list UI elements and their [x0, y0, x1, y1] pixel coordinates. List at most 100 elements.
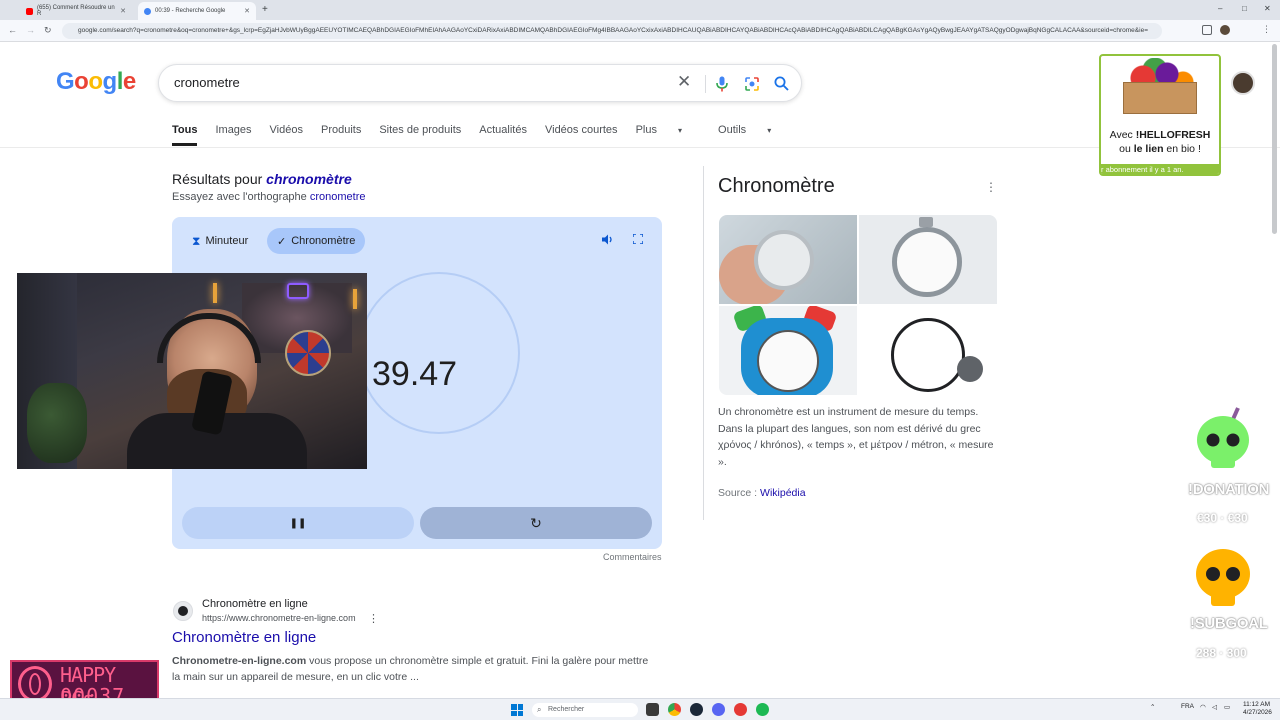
maximize-button[interactable]: □ — [1242, 4, 1247, 13]
original-query-link[interactable]: cronometre — [310, 191, 366, 203]
chevron-down-icon: ▾ — [767, 126, 772, 135]
stopwatch-face — [754, 230, 814, 290]
app-icon[interactable] — [734, 703, 747, 716]
close-window-button[interactable]: ✕ — [1264, 4, 1271, 13]
result-options-icon[interactable]: ⋮ — [368, 612, 379, 625]
url-text: google.com/search?q=cronometre&oq=cronom… — [78, 27, 1148, 34]
delivery-box-illustration — [1123, 82, 1197, 114]
new-tab-button[interactable]: + — [262, 4, 268, 15]
search-input[interactable]: cronometre — [174, 75, 240, 90]
kp-image-metal-stopwatch[interactable] — [859, 215, 997, 304]
result-site-name[interactable]: Chronomètre en ligne — [202, 598, 308, 610]
extensions-icon[interactable] — [1202, 25, 1212, 35]
prize-wheel — [285, 330, 331, 376]
hf-line2a: ou — [1119, 143, 1134, 155]
search-box[interactable]: cronometre ✕ — [158, 64, 802, 102]
tab-products[interactable]: Produits — [321, 124, 361, 146]
address-toolbar: ← → ↻ google.com/search?q=cronometre&oq=… — [0, 20, 1280, 42]
site-favicon[interactable] — [173, 601, 193, 621]
tray-chevron-icon[interactable]: ⌃ — [1150, 703, 1155, 711]
timer-mode-label: Minuteur — [205, 235, 249, 247]
snippet-bold: Chronometre-en-ligne.com — [172, 655, 307, 667]
spotify-icon[interactable] — [756, 703, 769, 716]
back-icon[interactable]: ← — [8, 25, 17, 35]
forward-icon[interactable]: → — [26, 25, 35, 35]
page-scrollbar[interactable] — [1272, 44, 1277, 234]
reload-icon[interactable]: ↻ — [44, 25, 52, 36]
close-tab-icon[interactable]: ✕ — [244, 7, 250, 15]
hf-line1: Avec — [1109, 129, 1136, 141]
search-tabs: Tous Images Vidéos Produits Sites de pro… — [172, 124, 807, 146]
clear-icon[interactable]: ✕ — [677, 72, 691, 92]
cartoon-face — [757, 330, 819, 392]
sound-icon[interactable] — [602, 234, 614, 245]
corrected-query-link[interactable]: chronomètre — [266, 171, 352, 187]
keyboard-language[interactable]: FRA — [1181, 703, 1194, 710]
browser-tab-youtube[interactable]: (655) Comment Résoudre un R ✕ — [20, 2, 132, 20]
tab-tools[interactable]: Outils ▾ — [718, 124, 789, 146]
windows-start-icon[interactable] — [511, 704, 523, 716]
reset-icon: ↻ — [530, 514, 542, 531]
donation-skull-icon — [1197, 407, 1249, 468]
microphone-icon[interactable] — [716, 76, 728, 92]
steam-icon[interactable] — [690, 703, 703, 716]
kp-image-drawn-stopwatch[interactable] — [859, 306, 997, 395]
kp-image-cartoon-stopwatch[interactable] — [719, 306, 857, 395]
taskbar-search[interactable]: ⌕ Rechercher — [532, 703, 638, 717]
volume-icon[interactable]: ◁ — [1212, 703, 1217, 711]
stopwatch-mode-label: Chronomètre — [291, 235, 356, 247]
fullscreen-icon[interactable] — [633, 234, 643, 244]
kp-more-icon[interactable]: ⋮ — [985, 180, 997, 194]
tab-product-sites[interactable]: Sites de produits — [379, 124, 461, 146]
menu-kebab-icon[interactable]: ⋮ — [1262, 24, 1271, 35]
battery-icon[interactable]: ▭ — [1224, 703, 1230, 711]
tab-news[interactable]: Actualités — [479, 124, 527, 146]
discord-icon[interactable] — [712, 703, 725, 716]
result-url[interactable]: https://www.chronometre-en-ligne.com — [202, 613, 356, 623]
tab-more[interactable]: Plus ▾ — [636, 124, 700, 146]
panel-divider — [703, 166, 704, 520]
wikipedia-link[interactable]: Wikipédia — [760, 487, 806, 499]
close-tab-icon[interactable]: ✕ — [120, 7, 126, 15]
more-images-icon[interactable] — [957, 356, 983, 382]
account-avatar[interactable] — [1231, 71, 1255, 95]
tab-title: (655) Comment Résoudre un R — [36, 5, 115, 17]
check-icon: ✓ — [277, 235, 287, 248]
hellofresh-text: Avec !HELLOFRESH ou le lien en bio ! — [1101, 128, 1219, 156]
stopwatch-mode-button[interactable]: ✓ Chronomètre — [267, 228, 366, 254]
subgoal-label: !SUBGOAL — [1190, 615, 1268, 632]
clock-time[interactable]: 11:12 AM — [1243, 701, 1270, 708]
happy-pcs-logo-icon — [18, 666, 52, 702]
tab-all[interactable]: Tous — [172, 124, 198, 146]
google-logo[interactable]: Google — [56, 68, 136, 96]
tab-images[interactable]: Images — [215, 124, 251, 146]
file-explorer-icon[interactable] — [646, 703, 659, 716]
url-bar[interactable]: google.com/search?q=cronometre&oq=cronom… — [62, 23, 1162, 39]
kp-image-hand-stopwatch[interactable] — [719, 215, 857, 304]
browser-tab-google[interactable]: 00:39 - Recherche Google ✕ — [138, 2, 256, 20]
pause-icon: ❚❚ — [289, 517, 307, 529]
chrome-icon[interactable] — [668, 703, 681, 716]
result-title-link[interactable]: Chronomètre en ligne — [172, 629, 316, 646]
clock-date[interactable]: 4/27/2026 — [1243, 709, 1272, 716]
tab-short-videos[interactable]: Vidéos courtes — [545, 124, 618, 146]
google-favicon-icon — [144, 7, 151, 15]
logo-inner — [29, 673, 41, 695]
crown-shape — [919, 217, 933, 227]
wifi-icon[interactable]: ◠ — [1200, 703, 1206, 711]
reset-button[interactable]: ↻ — [420, 507, 652, 539]
timer-mode-button[interactable]: ⧗ Minuteur — [182, 228, 258, 254]
minimize-button[interactable]: – — [1218, 4, 1222, 13]
search-divider — [705, 75, 706, 93]
pause-button[interactable]: ❚❚ — [182, 507, 414, 539]
kp-description: Un chronomètre est un instrument de mesu… — [718, 406, 994, 468]
search-icon[interactable] — [774, 76, 789, 91]
browser-tab-strip: (655) Comment Résoudre un R ✕ 00:39 - Re… — [0, 0, 1280, 20]
stopwatch-favicon-icon — [178, 606, 188, 616]
youtube-icon — [26, 7, 33, 15]
feedback-link[interactable]: Commentaires — [603, 552, 662, 562]
profile-avatar-icon[interactable] — [1220, 25, 1230, 35]
google-lens-icon[interactable] — [744, 76, 760, 92]
header-divider — [0, 147, 1280, 148]
tab-videos[interactable]: Vidéos — [270, 124, 303, 146]
